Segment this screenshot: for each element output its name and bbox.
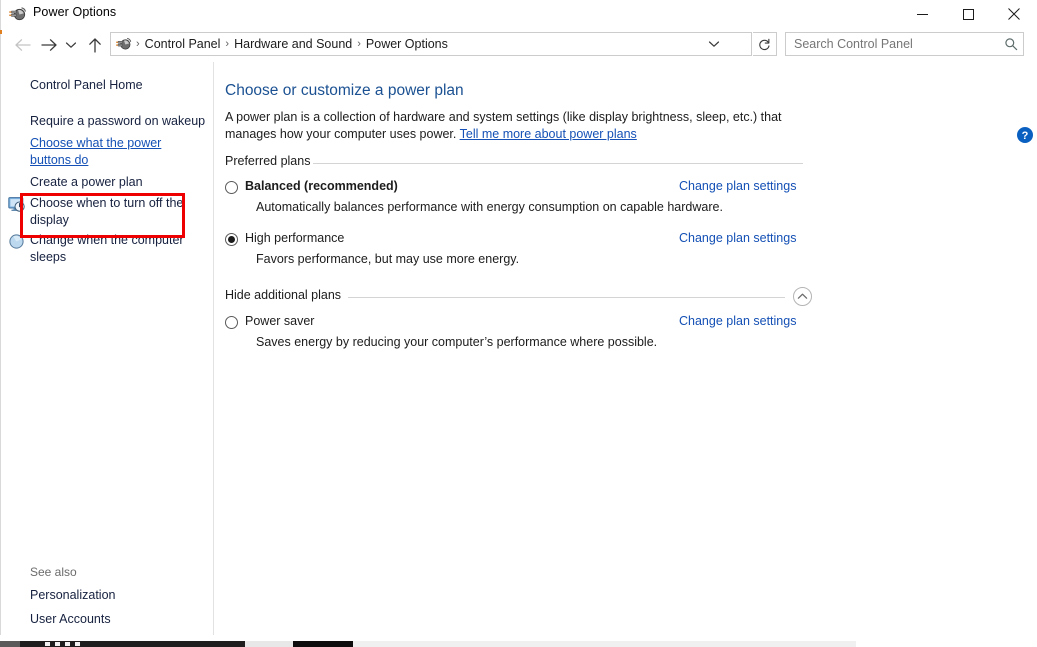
power-options-window: Power Options › Control Panel › Hardware… bbox=[0, 0, 1037, 647]
back-button[interactable] bbox=[9, 32, 35, 58]
plan-description-high-performance: Favors performance, but may use more ene… bbox=[256, 252, 520, 266]
window-edge-accent bbox=[0, 30, 2, 34]
see-also-link-personalization[interactable]: Personalization bbox=[30, 587, 115, 604]
maximize-icon bbox=[962, 8, 974, 20]
refresh-icon bbox=[759, 38, 770, 50]
breadcrumb-power-plug-icon bbox=[115, 35, 133, 53]
sidebar-item-control-panel-home[interactable]: Control Panel Home bbox=[30, 77, 200, 94]
see-also-link-user-accounts[interactable]: User Accounts bbox=[30, 611, 111, 628]
plan-name-power-saver: Power saver bbox=[245, 314, 315, 328]
minimize-icon bbox=[916, 13, 928, 15]
plan-description-power-saver: Saves energy by reducing your computer’s… bbox=[256, 335, 658, 349]
monitor-clock-icon bbox=[8, 196, 25, 213]
chevron-down-icon bbox=[65, 42, 77, 48]
close-button[interactable] bbox=[991, 0, 1037, 28]
page-title: Choose or customize a power plan bbox=[225, 82, 464, 99]
collapse-additional-plans-button[interactable] bbox=[793, 287, 812, 306]
sidebar-item-choose-what-power-buttons-do[interactable]: Choose what the power buttons do bbox=[30, 135, 178, 169]
up-button[interactable] bbox=[82, 32, 108, 58]
main-pane: Choose or customize a power plan A power… bbox=[214, 62, 1037, 635]
hide-additional-plans-label: Hide additional plans bbox=[225, 288, 348, 302]
moon-sphere-icon bbox=[8, 233, 25, 250]
taskbar-tick bbox=[45, 642, 50, 646]
taskbar-sliver bbox=[0, 635, 1037, 647]
plan-name-balanced: Balanced (recommended) bbox=[245, 179, 398, 193]
chevron-up-icon bbox=[797, 293, 808, 299]
search-icon[interactable] bbox=[999, 33, 1023, 55]
maximize-button[interactable] bbox=[945, 0, 991, 28]
address-bar[interactable]: › Control Panel › Hardware and Sound › P… bbox=[110, 32, 752, 56]
plan-name-high-performance: High performance bbox=[245, 231, 345, 245]
taskbar-tick bbox=[75, 642, 80, 646]
taskbar-segment bbox=[293, 641, 353, 647]
sidebar-item-require-password-on-wakeup[interactable]: Require a password on wakeup bbox=[30, 113, 210, 130]
breadcrumb-item-power-options[interactable]: Power Options bbox=[362, 37, 452, 51]
back-arrow-icon bbox=[14, 39, 31, 51]
radio-balanced[interactable] bbox=[225, 181, 238, 194]
sidebar-item-change-when-computer-sleeps[interactable]: Change when the computer sleeps bbox=[30, 232, 195, 266]
forward-arrow-icon bbox=[40, 39, 57, 51]
change-plan-settings-power-saver[interactable]: Change plan settings bbox=[679, 314, 796, 328]
search-box[interactable] bbox=[785, 32, 1024, 56]
sidebar-item-create-a-power-plan[interactable]: Create a power plan bbox=[30, 174, 200, 191]
preferred-plans-group: Preferred plans Balanced (recommended) C… bbox=[225, 154, 803, 269]
tell-me-more-about-power-plans-link[interactable]: Tell me more about power plans bbox=[460, 127, 637, 141]
window-left-border bbox=[0, 0, 1, 635]
taskbar-tick bbox=[65, 642, 70, 646]
see-also-heading: See also bbox=[30, 565, 77, 579]
breadcrumb-item-hardware-and-sound[interactable]: Hardware and Sound bbox=[230, 37, 356, 51]
change-plan-settings-balanced[interactable]: Change plan settings bbox=[679, 179, 796, 193]
help-button[interactable]: ? bbox=[1017, 127, 1033, 143]
svg-text:?: ? bbox=[1022, 130, 1029, 142]
navigation-bar: › Control Panel › Hardware and Sound › P… bbox=[0, 28, 1037, 62]
preferred-plans-label: Preferred plans bbox=[225, 154, 317, 168]
window-title: Power Options bbox=[33, 5, 117, 19]
sidebar: Control Panel Home Require a password on… bbox=[0, 62, 214, 635]
plan-description-balanced: Automatically balances performance with … bbox=[256, 200, 723, 214]
search-input[interactable] bbox=[786, 37, 999, 51]
power-plug-icon bbox=[8, 4, 28, 24]
taskbar-segment bbox=[20, 641, 245, 647]
taskbar-segment bbox=[0, 641, 20, 647]
recent-locations-button[interactable] bbox=[62, 32, 80, 58]
group-divider bbox=[313, 163, 803, 164]
taskbar-tick bbox=[55, 642, 60, 646]
taskbar-segment bbox=[245, 641, 293, 647]
breadcrumb-item-control-panel[interactable]: Control Panel bbox=[141, 37, 225, 51]
radio-high-performance[interactable] bbox=[225, 233, 238, 246]
up-arrow-icon bbox=[89, 38, 101, 53]
address-dropdown-button[interactable] bbox=[703, 33, 725, 55]
refresh-button[interactable] bbox=[753, 32, 777, 56]
taskbar-segment bbox=[353, 641, 856, 647]
forward-button[interactable] bbox=[36, 32, 62, 58]
additional-plans-group: Hide additional plans Power saver Change… bbox=[225, 287, 812, 368]
change-plan-settings-high-performance[interactable]: Change plan settings bbox=[679, 231, 796, 245]
close-icon bbox=[1008, 8, 1020, 20]
help-circle-icon: ? bbox=[1017, 127, 1033, 143]
title-bar: Power Options bbox=[0, 0, 1037, 28]
group-divider bbox=[348, 297, 785, 298]
sidebar-item-choose-when-to-turn-off-display[interactable]: Choose when to turn off the display bbox=[30, 195, 190, 229]
chevron-down-icon bbox=[708, 41, 720, 47]
minimize-button[interactable] bbox=[899, 0, 945, 28]
page-description: A power plan is a collection of hardware… bbox=[225, 109, 810, 143]
content-area: Control Panel Home Require a password on… bbox=[0, 62, 1037, 635]
radio-power-saver[interactable] bbox=[225, 316, 238, 329]
